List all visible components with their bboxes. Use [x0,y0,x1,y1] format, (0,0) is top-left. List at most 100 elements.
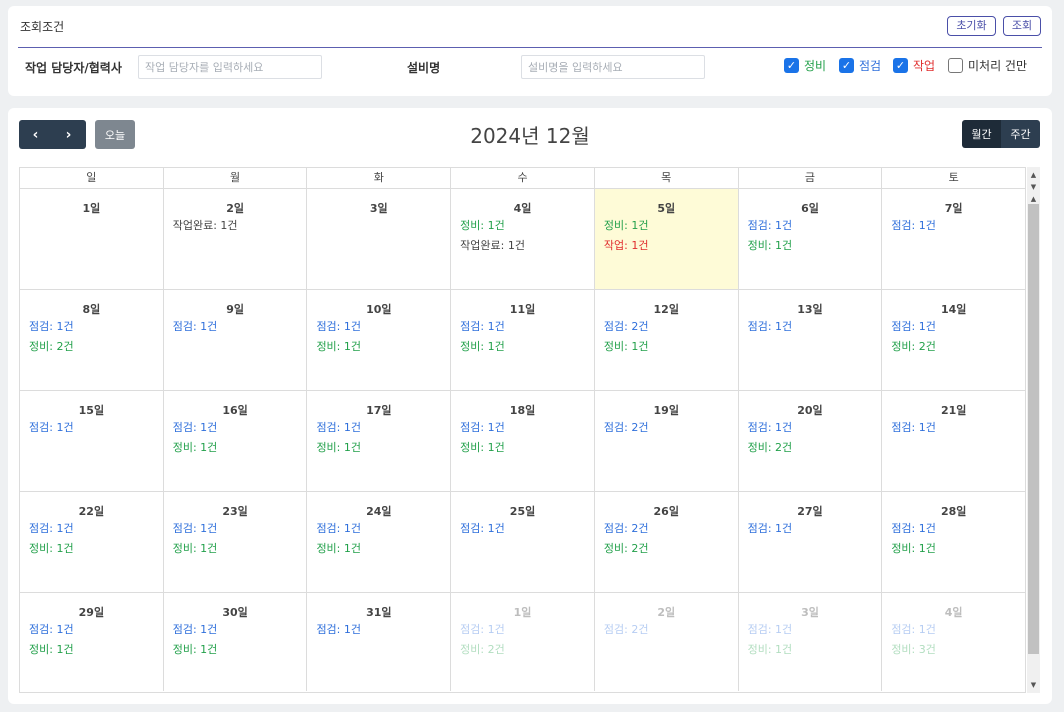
event-jeongbi[interactable]: 정비: 2건 [604,539,729,559]
day-cell[interactable]: 3일 [306,189,450,289]
event-jeomgeom[interactable]: 점검: 1건 [173,317,298,337]
event-jeomgeom[interactable]: 점검: 1건 [460,620,585,640]
day-cell[interactable]: 20일 점검: 1건 정비: 2건 [737,391,882,491]
day-cell[interactable]: 23일 점검: 1건 정비: 1건 [162,492,307,592]
scroll-up-icon[interactable]: ▲ [1027,169,1040,181]
day-cell[interactable]: 1일 점검: 1건 정비: 2건 [450,593,594,691]
filter-jakeop[interactable]: ✓ 작업 [893,57,935,74]
event-jeongbi[interactable]: 정비: 1건 [173,539,298,559]
event-jeongbi[interactable]: 정비: 1건 [460,438,585,458]
scroll-down-icon[interactable]: ▼ [1027,679,1040,691]
day-cell[interactable]: 27일 점검: 1건 [737,492,882,592]
day-cell[interactable]: 4일 점검: 1건 정비: 3건 [881,593,1025,691]
event-jeongbi[interactable]: 정비: 1건 [29,539,154,559]
day-cell[interactable]: 1일 [20,189,163,289]
event-jeomgeom[interactable]: 점검: 1건 [29,620,154,640]
event-jeongbi[interactable]: 정비: 2건 [460,640,585,660]
event-jeomgeom[interactable]: 점검: 2건 [604,418,729,438]
event-jeomgeom[interactable]: 점검: 1건 [748,418,873,438]
filter-jeomgeom[interactable]: ✓ 점검 [839,57,881,74]
event-jeomgeom[interactable]: 점검: 1건 [316,317,441,337]
event-jeomgeom[interactable]: 점검: 1건 [29,519,154,539]
day-cell[interactable]: 2일 점검: 2건 [593,593,738,691]
event-jeomgeom[interactable]: 점검: 1건 [748,216,873,236]
event-jeongbi[interactable]: 정비: 2건 [891,337,1016,357]
day-cell[interactable]: 2일 작업완료: 1건 [162,189,307,289]
reset-button[interactable]: 초기화 [947,16,996,36]
event-jeongbi[interactable]: 정비: 1건 [29,640,154,660]
day-cell[interactable]: 9일 점검: 1건 [162,290,307,390]
day-cell[interactable]: 3일 점검: 1건 정비: 1건 [737,593,882,691]
day-cell[interactable]: 6일 점검: 1건 정비: 1건 [737,189,882,289]
filter-unprocessed[interactable]: 미처리 건만 [948,57,1027,74]
event-jeongbi[interactable]: 정비: 1건 [316,539,441,559]
event-jeomgeom[interactable]: 점검: 1건 [891,519,1016,539]
day-cell[interactable]: 31일 점검: 1건 [306,593,450,691]
scroll-thumb[interactable] [1028,204,1039,654]
event-jeomgeom[interactable]: 점검: 1건 [460,519,585,539]
event-jeongbi[interactable]: 정비: 1건 [604,337,729,357]
day-cell[interactable]: 14일 점검: 1건 정비: 2건 [881,290,1025,390]
day-cell[interactable]: 10일 점검: 1건 정비: 1건 [306,290,450,390]
day-cell[interactable]: 12일 점검: 2건 정비: 1건 [593,290,738,390]
day-cell[interactable]: 17일 점검: 1건 정비: 1건 [306,391,450,491]
event-jeomgeom[interactable]: 점검: 1건 [316,620,441,640]
day-cell[interactable]: 21일 점검: 1건 [881,391,1025,491]
query-button[interactable]: 조회 [1003,16,1041,36]
event-jakeop[interactable]: 작업: 1건 [604,236,729,256]
day-cell[interactable]: 7일 점검: 1건 [881,189,1025,289]
event-jeomgeom[interactable]: 점검: 1건 [891,317,1016,337]
event-jeomgeom[interactable]: 점검: 1건 [748,317,873,337]
day-cell[interactable]: 15일 점검: 1건 [20,391,163,491]
event-jeongbi[interactable]: 정비: 3건 [891,640,1016,660]
event-jeomgeom[interactable]: 점검: 1건 [891,620,1016,640]
day-cell[interactable]: 30일 점검: 1건 정비: 1건 [162,593,307,691]
worker-input[interactable] [138,55,322,79]
event-jeomgeom[interactable]: 점검: 1건 [316,519,441,539]
day-cell[interactable]: 11일 점검: 1건 정비: 1건 [450,290,594,390]
event-jeomgeom[interactable]: 점검: 1건 [173,418,298,438]
event-jeongbi[interactable]: 정비: 1건 [316,438,441,458]
event-jeomgeom[interactable]: 점검: 1건 [173,620,298,640]
event-jeomgeom[interactable]: 점검: 1건 [29,418,154,438]
day-cell[interactable]: 19일 점검: 2건 [593,391,738,491]
event-jeomgeom[interactable]: 점검: 1건 [316,418,441,438]
event-jeomgeom[interactable]: 점검: 1건 [460,418,585,438]
event-jeongbi[interactable]: 정비: 1건 [316,337,441,357]
week-view-button[interactable]: 주간 [1001,120,1040,148]
event-jeomgeom[interactable]: 점검: 2건 [604,519,729,539]
day-cell-today[interactable]: 5일 정비: 1건 작업: 1건 [593,189,738,289]
event-jeomgeom[interactable]: 점검: 1건 [891,418,1016,438]
equipment-input[interactable] [521,55,705,79]
day-cell[interactable]: 24일 점검: 1건 정비: 1건 [306,492,450,592]
day-cell[interactable]: 16일 점검: 1건 정비: 1건 [162,391,307,491]
event-jeongbi[interactable]: 정비: 1건 [460,337,585,357]
event-jeomgeom[interactable]: 점검: 2건 [604,620,729,640]
event-jeongbi[interactable]: 정비: 1건 [748,640,873,660]
checkbox-checked-icon[interactable]: ✓ [784,58,799,73]
day-cell[interactable]: 26일 점검: 2건 정비: 2건 [593,492,738,592]
day-cell[interactable]: 28일 점검: 1건 정비: 1건 [881,492,1025,592]
day-cell[interactable]: 4일 정비: 1건 작업완료: 1건 [450,189,594,289]
event-jeongbi[interactable]: 정비: 1건 [748,236,873,256]
event-jeomgeom[interactable]: 점검: 1건 [460,317,585,337]
filter-jeongbi[interactable]: ✓ 정비 [784,57,826,74]
scrollbar[interactable]: ▲ ▼ ▲ ▼ [1027,167,1040,693]
event-jeongbi[interactable]: 정비: 2건 [748,438,873,458]
day-cell[interactable]: 25일 점검: 1건 [450,492,594,592]
event-jeomgeom[interactable]: 점검: 1건 [173,519,298,539]
event-jeongbi[interactable]: 정비: 2건 [29,337,154,357]
event-jeomgeom[interactable]: 점검: 1건 [748,620,873,640]
event-jeomgeom[interactable]: 점검: 1건 [29,317,154,337]
event-jeongbi[interactable]: 정비: 1건 [460,216,585,236]
scroll-down-small-icon[interactable]: ▼ [1027,181,1040,193]
event-jeongbi[interactable]: 정비: 1건 [604,216,729,236]
checkbox-checked-icon[interactable]: ✓ [893,58,908,73]
event-jeongbi[interactable]: 정비: 1건 [891,539,1016,559]
day-cell[interactable]: 22일 점검: 1건 정비: 1건 [20,492,163,592]
month-view-button[interactable]: 월간 [962,120,1001,148]
event-done[interactable]: 작업완료: 1건 [460,236,585,256]
day-cell[interactable]: 13일 점검: 1건 [737,290,882,390]
day-cell[interactable]: 18일 점검: 1건 정비: 1건 [450,391,594,491]
event-jeomgeom[interactable]: 점검: 1건 [748,519,873,539]
